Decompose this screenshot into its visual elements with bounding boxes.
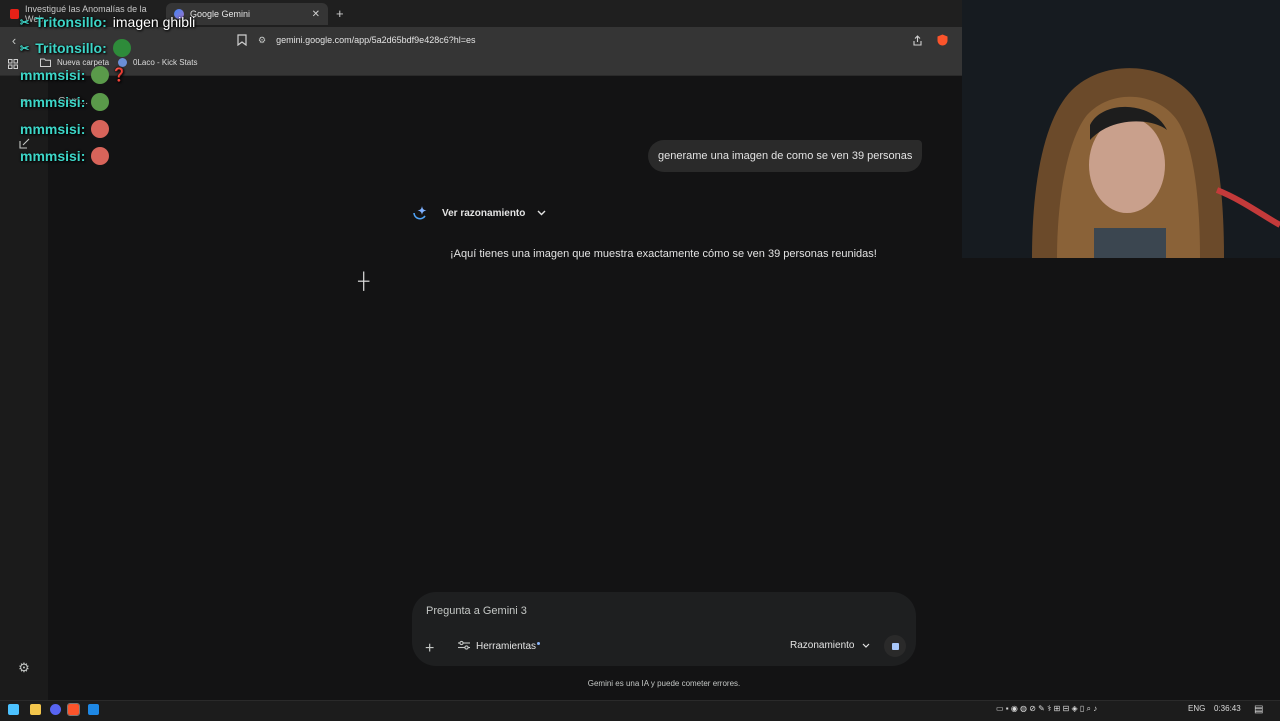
stop-icon [891, 642, 899, 650]
address-bar[interactable]: ⚙ gemini.google.com/app/5a2d65bdf9e428c6… [258, 31, 958, 49]
prompt-input[interactable]: Pregunta a Gemini 3 [426, 605, 527, 617]
tray-icons[interactable]: ▭ ▪ ◉ ◍ ⊘ ✎ ⚕ ⊞ ⊟ ◈ ▯ ⌕ ♪ [996, 704, 1097, 714]
chat-badge-icon: ✂ [20, 42, 30, 55]
chat-username: mmmsisi: [20, 67, 86, 83]
tab-label: Google Gemini [190, 9, 251, 19]
discord-icon[interactable] [50, 704, 61, 715]
chat-badge-icon: ✂ [20, 16, 30, 29]
tools-label: Herramientas [476, 641, 537, 652]
add-attachment-icon[interactable]: + [425, 640, 434, 658]
pepe-emote-icon [91, 66, 110, 84]
user-message-bubble: generame una imagen de como se ven 39 pe… [648, 140, 923, 172]
chat-line: ✂ Tritonsillo: [20, 39, 131, 57]
bookmark-icon[interactable] [234, 32, 250, 48]
mode-selector[interactable]: Razonamiento [790, 640, 870, 651]
share-icon[interactable] [909, 32, 925, 48]
webcam-overlay [962, 0, 1280, 258]
chat-line: mmmsisi: [20, 147, 110, 165]
language-indicator[interactable]: ENG [1188, 704, 1205, 713]
chevron-down-icon [862, 640, 870, 651]
new-tab-icon[interactable]: + [336, 6, 344, 21]
chat-line: mmmsisi: [20, 120, 110, 138]
notification-icon[interactable]: ▤ [1254, 704, 1263, 715]
chat-line: ✂ Tritonsillo: imagen ghibli [20, 14, 195, 30]
clock[interactable]: 0:36:43 [1214, 704, 1241, 713]
brave-shield-icon[interactable] [934, 32, 950, 48]
tomato-emote-icon [91, 147, 110, 165]
chat-username: Tritonsillo: [35, 40, 107, 56]
stop-button[interactable] [884, 635, 906, 657]
frog-emote-icon [112, 39, 131, 57]
disclaimer-text: Gemini es una IA y puede cometer errores… [587, 679, 741, 688]
settings-gear-icon[interactable]: ⚙ [16, 660, 32, 676]
tools-button[interactable]: Herramientas [458, 640, 541, 653]
reasoning-label: Ver razonamiento [442, 207, 526, 219]
reasoning-toggle[interactable]: Ver razonamiento [410, 203, 546, 223]
sliders-icon [458, 640, 470, 653]
prompt-input-box[interactable] [412, 592, 916, 666]
apps-grid-icon[interactable] [5, 56, 21, 72]
chat-line: mmmsisi: [20, 93, 110, 111]
gemini-spark-icon [410, 203, 430, 223]
streamer-webcam-image [962, 0, 1280, 258]
chat-username: mmmsisi: [20, 148, 86, 164]
tomato-emote-icon [91, 120, 110, 138]
chevron-down-icon [537, 208, 546, 219]
question-mark-icon: ❓ [111, 67, 128, 82]
chat-username: Tritonsillo: [35, 14, 107, 30]
chat-username: mmmsisi: [20, 121, 86, 137]
user-message-text: generame una imagen de como se ven 39 pe… [658, 150, 913, 162]
url-text: gemini.google.com/app/5a2d65bdf9e428c6?h… [276, 35, 476, 45]
mode-label: Razonamiento [790, 640, 855, 651]
file-explorer-icon[interactable] [30, 704, 41, 715]
app-icon[interactable] [88, 704, 99, 715]
bookmark-link[interactable]: 0Laco - Kick Stats [118, 58, 197, 67]
crosshair-cursor-icon: ┼ [358, 273, 370, 290]
youtube-icon [10, 9, 20, 19]
close-icon[interactable]: ✕ [312, 9, 320, 20]
gemini-sidebar [0, 76, 48, 700]
chat-username: mmmsisi: [20, 94, 86, 110]
bookmark-label: 0Laco - Kick Stats [133, 58, 198, 67]
brave-browser-icon[interactable] [67, 703, 80, 716]
chat-line: mmmsisi: ❓ [20, 66, 128, 84]
windows-start-icon[interactable] [8, 704, 19, 715]
chat-message: imagen ghibli [112, 14, 196, 30]
new-indicator-dot [537, 642, 541, 645]
response-text: ¡Aquí tienes una imagen que muestra exac… [450, 248, 877, 260]
pepe-emote-icon [91, 93, 110, 111]
site-info-icon[interactable]: ⚙ [258, 35, 266, 46]
